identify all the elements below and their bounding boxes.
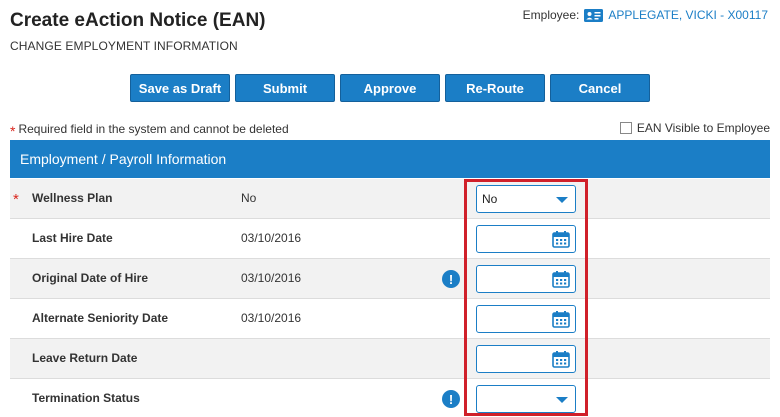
id-card-icon: [584, 8, 604, 22]
exclamation-icon[interactable]: !: [442, 390, 460, 408]
alternate-seniority-date-input[interactable]: [476, 305, 576, 333]
field-label: Leave Return Date: [32, 351, 138, 365]
employee-info: Employee: APPLEGATE, VICKI - X00117: [523, 8, 768, 22]
caret-down-icon: [556, 397, 568, 403]
calendar-icon[interactable]: [552, 350, 570, 368]
submit-button[interactable]: Submit: [235, 74, 335, 102]
field-row-termination-status: Termination Status !: [10, 379, 770, 417]
caret-down-icon: [556, 197, 568, 203]
field-current-value: 03/10/2016: [241, 231, 302, 245]
employee-name-link[interactable]: APPLEGATE, VICKI - X00117: [608, 8, 768, 22]
field-label: Original Date of Hire: [32, 271, 149, 285]
section-header: Employment / Payroll Information: [10, 140, 770, 178]
required-note-text: Required field in the system and cannot …: [18, 122, 289, 136]
section-title: Employment / Payroll Information: [20, 151, 227, 167]
required-note: * Required field in the system and canno…: [10, 121, 289, 139]
action-toolbar: Save as Draft Submit Approve Re-Route Ca…: [130, 74, 650, 102]
field-label: Last Hire Date: [32, 231, 113, 245]
field-row-leave-return-date: Leave Return Date: [10, 339, 770, 379]
approve-button[interactable]: Approve: [340, 74, 440, 102]
leave-return-date-input[interactable]: [476, 345, 576, 373]
select-value: No: [482, 192, 498, 206]
field-current-value: No: [241, 191, 257, 205]
required-star-icon: *: [10, 123, 16, 139]
employee-label: Employee:: [522, 8, 580, 22]
page-subtitle: CHANGE EMPLOYMENT INFORMATION: [10, 39, 238, 53]
page-title: Create eAction Notice (EAN): [10, 10, 266, 31]
ean-visible-label: EAN Visible to Employee: [636, 121, 770, 135]
original-date-of-hire-input[interactable]: [476, 265, 576, 293]
field-current-value: 03/10/2016: [241, 311, 302, 325]
required-star-icon: *: [13, 191, 19, 208]
termination-status-select[interactable]: [476, 385, 576, 413]
field-row-last-hire-date: Last Hire Date 03/10/2016: [10, 219, 770, 259]
field-row-original-date-of-hire: Original Date of Hire 03/10/2016 !: [10, 259, 770, 299]
field-row-alternate-seniority-date: Alternate Seniority Date 03/10/2016: [10, 299, 770, 339]
save-as-draft-button[interactable]: Save as Draft: [130, 74, 230, 102]
ean-visible-toggle[interactable]: EAN Visible to Employee: [619, 121, 770, 135]
ean-visible-checkbox[interactable]: [619, 122, 632, 134]
last-hire-date-input[interactable]: [476, 225, 576, 253]
cancel-button[interactable]: Cancel: [550, 74, 650, 102]
field-label: Wellness Plan: [32, 191, 113, 205]
field-current-value: 03/10/2016: [241, 271, 302, 285]
field-label: Alternate Seniority Date: [32, 311, 169, 325]
re-route-button[interactable]: Re-Route: [445, 74, 545, 102]
field-label: Termination Status: [32, 391, 140, 405]
field-list: * Wellness Plan No No Last Hire Date 03/…: [10, 179, 770, 417]
exclamation-icon[interactable]: !: [442, 270, 460, 288]
calendar-icon[interactable]: [552, 270, 570, 288]
calendar-icon[interactable]: [552, 310, 570, 328]
calendar-icon[interactable]: [552, 230, 570, 248]
wellness-plan-select[interactable]: No: [476, 185, 576, 213]
field-row-wellness-plan: * Wellness Plan No No: [10, 179, 770, 219]
